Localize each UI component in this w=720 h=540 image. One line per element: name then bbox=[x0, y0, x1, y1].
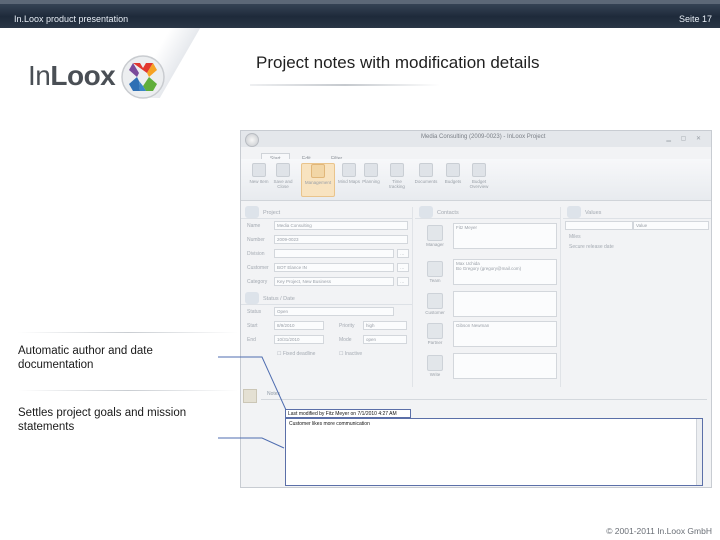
connector-line-goals bbox=[218, 437, 285, 449]
callout-connector-lines bbox=[218, 356, 287, 449]
copyright: © 2001-2011 In.Loox GmbH bbox=[606, 526, 712, 536]
connector-line-author bbox=[218, 356, 287, 411]
